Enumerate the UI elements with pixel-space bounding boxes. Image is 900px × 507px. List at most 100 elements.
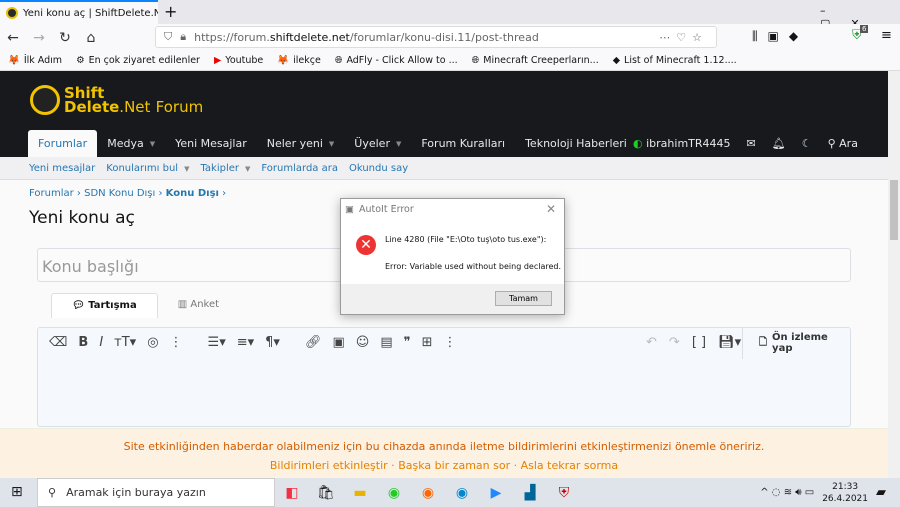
subnav-item[interactable]: Konularımı bul ▼ bbox=[106, 163, 189, 174]
subnav-item[interactable]: Yeni mesajlar bbox=[29, 163, 95, 174]
ok-button[interactable]: Tamam bbox=[495, 291, 552, 306]
bbcode-icon[interactable]: [ ] bbox=[692, 335, 706, 350]
never-ask-link[interactable]: Asla tekrar sorma bbox=[521, 459, 619, 472]
bookmark[interactable]: ▶ Youtube bbox=[214, 55, 263, 66]
lock-icon: 🔒︎ bbox=[180, 30, 187, 43]
shield-icon[interactable]: ⛉ bbox=[164, 30, 172, 44]
edge-icon[interactable]: ◉ bbox=[445, 485, 479, 501]
italic-icon[interactable]: I bbox=[99, 335, 103, 350]
bookmark[interactable]: 🌐︎ Minecraft Creeperların... bbox=[472, 55, 599, 66]
preview-icon: 🗋 bbox=[759, 336, 768, 348]
home-icon[interactable]: ⌂ bbox=[78, 30, 104, 46]
reload-icon[interactable]: ↻ bbox=[52, 30, 78, 46]
bookmark[interactable]: 🌐︎ AdFly - Click Allow to ... bbox=[335, 55, 458, 66]
quote-icon[interactable]: ❞ bbox=[404, 335, 411, 350]
main-nav: Forumlar Medya ▼ Yeni Mesajlar Neler yeni… bbox=[28, 130, 637, 157]
logo-icon bbox=[30, 85, 60, 115]
zoom-icon[interactable]: ▶ bbox=[479, 485, 513, 501]
back-icon[interactable]: ← bbox=[0, 30, 26, 46]
nav-medya[interactable]: Medya ▼ bbox=[97, 130, 165, 157]
subnav-item[interactable]: Forumlarda ara bbox=[261, 163, 338, 174]
redo-icon[interactable]: ↷ bbox=[669, 335, 680, 350]
new-tab-button[interactable]: + bbox=[164, 2, 177, 21]
firefox-icon[interactable]: ◉ bbox=[411, 485, 445, 501]
site-logo[interactable]: Shift Delete.Net Forum bbox=[30, 85, 203, 115]
media-icon[interactable]: ▤ bbox=[380, 335, 392, 350]
clock[interactable]: 21:33 26.4.2021 bbox=[822, 481, 868, 505]
palette-icon[interactable]: ◎ bbox=[147, 335, 158, 350]
url-text: https://forum.shiftdelete.net/forumlar/k… bbox=[194, 30, 539, 44]
subnav-item[interactable]: Okundu say bbox=[349, 163, 408, 174]
notice-text: Site etkinliğinden haberdar olabilmeniz … bbox=[123, 440, 765, 453]
bold-icon[interactable]: B bbox=[78, 335, 88, 350]
notifications-icon[interactable]: ▰ bbox=[876, 485, 886, 500]
search-button[interactable]: ⚲ Ara bbox=[828, 137, 858, 150]
bell-icon[interactable]: 🔔︎ bbox=[772, 137, 786, 150]
page-actions-icon[interactable]: ⋯♡☆ bbox=[659, 31, 708, 44]
tab-strip: Yeni konu aç | ShiftDelete.Net F✕ + –▢✕ bbox=[0, 0, 900, 30]
scrollbar-thumb[interactable] bbox=[890, 180, 898, 240]
tab-tartisma[interactable]: 💬︎ Tartışma bbox=[51, 293, 158, 318]
smiley-icon[interactable]: ☺ bbox=[356, 335, 370, 350]
eraser-icon[interactable]: ⌫ bbox=[49, 335, 67, 350]
page-title: Yeni konu aç bbox=[29, 208, 135, 228]
save-draft-icon[interactable]: 💾︎▾ bbox=[718, 335, 741, 350]
whatsapp-icon[interactable]: ◉ bbox=[377, 485, 411, 501]
explorer-icon[interactable]: ▬ bbox=[343, 485, 377, 501]
windows-start-icon[interactable]: ⊞ bbox=[11, 484, 23, 500]
nav-yeni-mesajlar[interactable]: Yeni Mesajlar bbox=[165, 130, 257, 157]
mcafee-icon[interactable]: ⛨ bbox=[547, 485, 581, 501]
store-icon[interactable]: 🛍︎ bbox=[309, 485, 343, 501]
toolbar-icons[interactable]: ⫼▣◆ bbox=[752, 29, 808, 44]
tray-icons[interactable]: ^ ◌ ≋ 🔊︎ ▭ bbox=[760, 487, 814, 498]
mail-icon[interactable]: ✉ bbox=[747, 137, 756, 150]
paragraph-icon[interactable]: ¶▾ bbox=[265, 335, 280, 350]
crumb-link[interactable]: SDN Konu Dışı bbox=[84, 188, 155, 199]
avatar: ◐ bbox=[633, 137, 643, 150]
tab-anket[interactable]: ▥ Anket bbox=[158, 293, 239, 318]
preview-button[interactable]: 🗋 Ön izleme yap bbox=[742, 327, 851, 359]
browser-tab[interactable]: Yeni konu aç | ShiftDelete.Net F✕ bbox=[0, 0, 158, 24]
more-icon[interactable]: ⋮ bbox=[444, 335, 457, 350]
more-icon[interactable]: ⋮ bbox=[170, 335, 183, 350]
undo-icon[interactable]: ↶ bbox=[646, 335, 657, 350]
search-icon: ⚲ bbox=[48, 486, 57, 499]
crumb-link[interactable]: Forumlar bbox=[29, 188, 74, 199]
forward-icon[interactable]: → bbox=[26, 30, 52, 46]
site-favicon-icon bbox=[6, 7, 18, 19]
error-dialog: ▣ AutoIt Error ✕ ✕ Line 4280 (File "E:\Ot… bbox=[340, 198, 565, 315]
link-icon[interactable]: 🔗︎ bbox=[305, 335, 322, 350]
moon-icon[interactable]: ☾ bbox=[802, 137, 812, 150]
error-line: Line 4280 (File "E:\Oto tuş\oto tus.exe"… bbox=[385, 235, 547, 244]
nav-forum-kurallari[interactable]: Forum Kuralları bbox=[411, 130, 515, 157]
bookmark[interactable]: ◆ List of Minecraft 1.12.... bbox=[613, 55, 737, 66]
menu-icon[interactable]: ≡ bbox=[881, 28, 892, 43]
close-icon[interactable]: ✕ bbox=[546, 202, 556, 216]
nav-teknoloji-haberleri[interactable]: Teknoloji Haberleri bbox=[515, 130, 637, 157]
subnav-item[interactable]: Takipler ▼ bbox=[200, 163, 250, 174]
enable-notifications-link[interactable]: Bildirimleri etkinleştir bbox=[270, 459, 388, 472]
taskbar-search[interactable]: ⚲ Aramak için buraya yazın bbox=[37, 478, 275, 507]
app-icon[interactable]: ▟ bbox=[513, 485, 547, 501]
error-message: Error: Variable used without being decla… bbox=[385, 262, 562, 271]
crumb-link[interactable]: Konu Dışı bbox=[166, 188, 219, 199]
bookmark[interactable]: 🦊 İlk Adım bbox=[8, 55, 62, 66]
ask-later-link[interactable]: Başka bir zaman sor bbox=[398, 459, 510, 472]
list-icon[interactable]: ☰▾ bbox=[208, 335, 226, 350]
bookmarks-bar: 🦊 İlk Adım ⚙ En çok ziyaret edilenler ▶ You… bbox=[0, 51, 900, 71]
bookmark[interactable]: 🦊 ilekçe bbox=[277, 55, 321, 66]
table-icon[interactable]: ⊞ bbox=[422, 335, 433, 350]
user-link[interactable]: ◐ ibrahimTR4445 bbox=[633, 137, 731, 150]
font-size-icon[interactable]: тT▾ bbox=[114, 335, 136, 350]
notification-banner: Site etkinliğinden haberdar olabilmeniz … bbox=[0, 428, 888, 478]
url-bar[interactable]: ⛉ 🔒︎ https://forum.shiftdelete.net/foruml… bbox=[155, 26, 717, 48]
nav-uyeler[interactable]: Üyeler ▼ bbox=[344, 130, 411, 157]
bookmark[interactable]: ⚙ En çok ziyaret edilenler bbox=[76, 55, 200, 66]
image-icon[interactable]: ▣ bbox=[332, 335, 344, 350]
scrollbar[interactable] bbox=[888, 71, 900, 478]
nav-forumlar[interactable]: Forumlar bbox=[28, 130, 98, 157]
nav-neler-yeni[interactable]: Neler yeni ▼ bbox=[257, 130, 345, 157]
align-icon[interactable]: ≡▾ bbox=[237, 335, 254, 350]
system-tray: ^ ◌ ≋ 🔊︎ ▭ 21:33 26.4.2021 ▰ bbox=[760, 478, 900, 507]
office-icon[interactable]: ◧ bbox=[275, 485, 309, 501]
